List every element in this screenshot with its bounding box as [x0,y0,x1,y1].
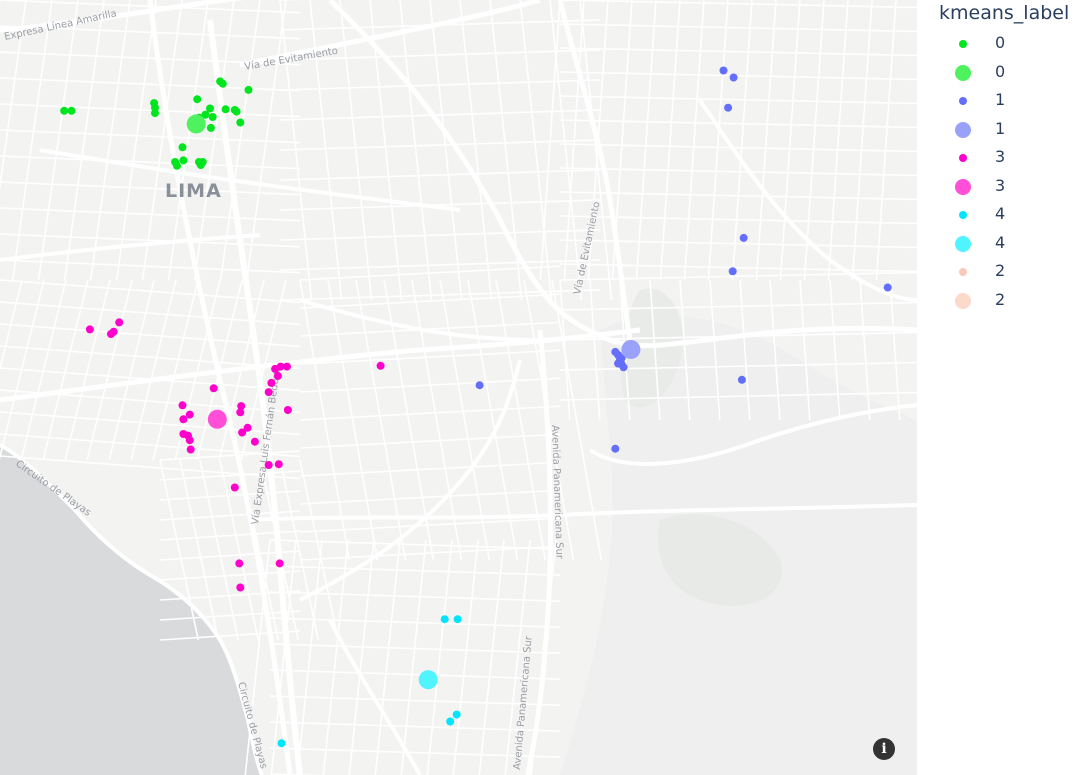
legend-label: 2 [995,289,1006,309]
point-marker-1[interactable] [719,66,728,75]
point-marker-4[interactable] [440,615,449,624]
legend-item-4-point[interactable]: 4 [939,203,1079,227]
legend-label: 4 [995,232,1006,252]
point-marker-0[interactable] [208,113,217,121]
point-marker-3[interactable] [238,428,247,437]
info-icon[interactable]: i [873,738,895,760]
legend-label: 1 [995,118,1006,138]
point-marker-3[interactable] [264,388,273,397]
legend-marker [955,292,971,309]
point-marker-3[interactable] [274,460,283,469]
point-marker-1[interactable] [739,233,748,242]
legend-item-1-centroid[interactable]: 1 [939,118,1079,142]
legend-item-0-point[interactable]: 0 [939,32,1079,56]
point-marker-0[interactable] [179,156,188,165]
legend-item-3-point[interactable]: 3 [939,146,1079,170]
point-marker-0[interactable] [206,104,214,113]
point-marker-0[interactable] [221,105,230,114]
point-marker-3[interactable] [275,559,284,568]
map-canvas[interactable]: LIMA Expresa Línea Amarilla Vía de Evita… [0,0,917,775]
point-marker-0[interactable] [232,107,241,116]
legend-label: 4 [995,204,1006,223]
point-marker-1[interactable] [883,283,892,292]
point-marker-3[interactable] [264,461,273,469]
legend-label: 1 [995,90,1006,109]
road-label-evitamiento-1: Vía de Evitamiento [243,45,338,73]
legend-marker [959,154,967,162]
point-marker-4[interactable] [446,717,455,726]
legend-label: 0 [995,33,1006,52]
point-marker-0[interactable] [198,158,207,166]
point-marker-3[interactable] [235,559,244,568]
legend-item-3-centroid[interactable]: 3 [939,175,1079,199]
point-marker-4[interactable] [453,615,462,624]
point-marker-0[interactable] [173,161,181,170]
point-marker-3[interactable] [209,384,218,393]
point-marker-3[interactable] [178,401,187,410]
legend-item-1-point[interactable]: 1 [939,89,1079,113]
point-marker-3[interactable] [230,483,239,492]
point-marker-3[interactable] [283,406,292,414]
basemap: LIMA Expresa Línea Amarilla Vía de Evita… [0,0,917,775]
centroid-marker-1[interactable] [621,340,641,359]
point-marker-3[interactable] [109,327,118,336]
legend-marker [959,268,967,276]
legend-item-2-point[interactable]: 2 [939,260,1079,284]
point-marker-0[interactable] [178,143,187,152]
point-marker-0[interactable] [206,123,215,132]
legend-title: kmeans_label [939,2,1070,24]
point-marker-3[interactable] [236,583,245,592]
legend-marker [959,40,967,48]
legend-item-0-centroid[interactable]: 0 [939,61,1079,85]
point-marker-3[interactable] [250,437,259,446]
point-marker-0[interactable] [236,118,245,127]
point-marker-3[interactable] [267,378,276,387]
point-marker-0[interactable] [67,106,76,115]
legend: kmeans_label 0 0 1 1 3 3 4 4 2 2 [917,0,1084,775]
point-marker-3[interactable] [85,325,94,334]
legend-label: 2 [995,261,1006,280]
legend-label: 0 [995,61,1006,81]
legend-item-4-centroid[interactable]: 4 [939,232,1079,256]
point-marker-3[interactable] [185,410,194,419]
legend-marker [959,97,967,105]
legend-label: 3 [995,175,1006,195]
point-marker-3[interactable] [186,445,195,454]
point-marker-1[interactable] [729,73,738,82]
point-marker-4[interactable] [452,710,461,719]
point-marker-1[interactable] [611,444,620,453]
legend-label: 3 [995,147,1006,166]
point-marker-0[interactable] [218,79,227,88]
point-marker-1[interactable] [728,267,737,276]
point-marker-3[interactable] [376,361,385,370]
ocean [0,445,262,775]
centroid-marker-4[interactable] [418,670,438,690]
point-marker-1[interactable] [475,381,484,390]
centroid-marker-0[interactable] [186,114,206,134]
centroid-marker-3[interactable] [207,409,227,429]
point-marker-0[interactable] [244,85,253,94]
point-marker-1[interactable] [724,103,733,112]
point-marker-1[interactable] [737,375,746,384]
point-marker-3[interactable] [185,436,194,445]
point-marker-0[interactable] [151,109,159,118]
legend-item-2-centroid[interactable]: 2 [939,289,1079,313]
legend-marker [959,211,967,219]
point-marker-3[interactable] [115,318,124,327]
place-label-lima: LIMA [165,180,222,202]
point-marker-3[interactable] [179,415,188,424]
point-marker-3[interactable] [236,408,245,417]
point-marker-4[interactable] [277,739,286,748]
legend-marker [955,121,971,138]
legend-marker [955,64,971,81]
point-marker-0[interactable] [60,106,69,115]
point-marker-0[interactable] [193,95,202,104]
point-marker-3[interactable] [283,362,291,371]
legend-marker [955,178,971,195]
point-marker-3[interactable] [273,371,282,380]
legend-marker [955,235,971,252]
